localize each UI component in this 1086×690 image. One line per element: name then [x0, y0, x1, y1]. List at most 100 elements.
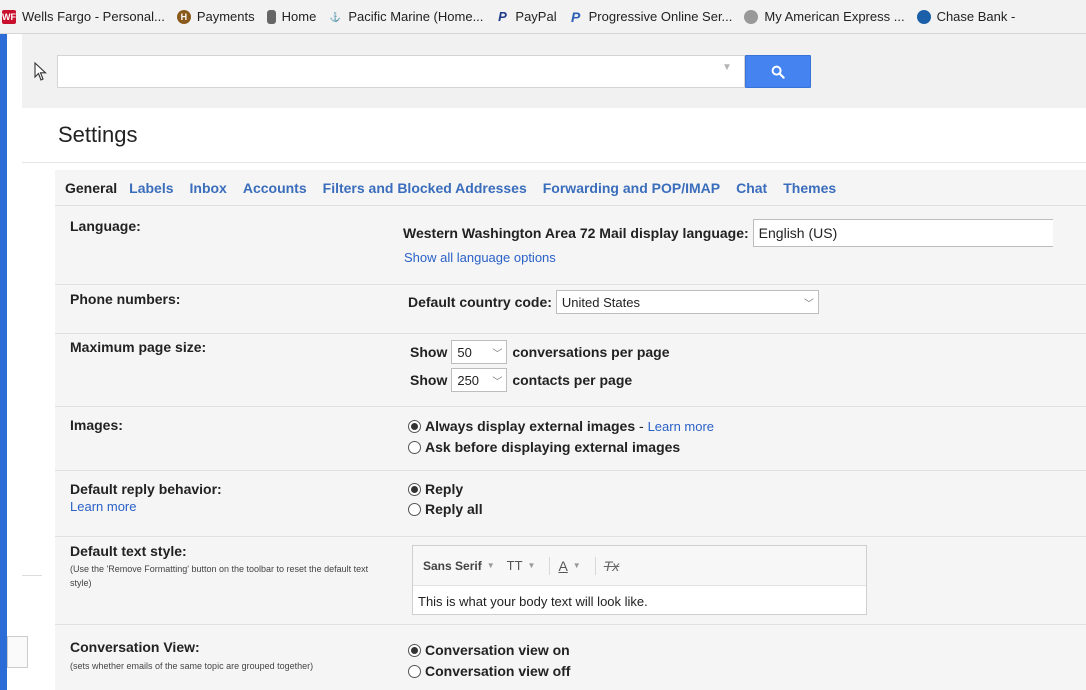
language-prompt: Western Washington Area 72 Mail display …	[403, 225, 749, 241]
tab-accounts[interactable]: Accounts	[243, 180, 307, 196]
left-pane-box	[7, 636, 28, 668]
remove-formatting-icon: Tx	[603, 557, 620, 574]
conversation-view-on-label: Conversation view on	[425, 642, 570, 658]
bookmark-chase[interactable]: Chase Bank -	[916, 9, 1016, 24]
show-label: Show	[410, 372, 448, 388]
bookmark-payments[interactable]: H Payments	[176, 9, 255, 24]
editor-toolbar: Sans Serif ▼ TT ▼ A ▼ Tx	[413, 546, 866, 586]
always-display-images-label: Always display external images	[425, 418, 636, 434]
text-color-dropdown[interactable]: A ▼	[558, 558, 580, 574]
remove-formatting-button[interactable]: Tx	[604, 558, 620, 574]
wells-fargo-icon: WF	[2, 9, 16, 24]
toolbar-divider	[594, 556, 596, 575]
font-family-dropdown[interactable]: Sans Serif ▼	[423, 559, 495, 573]
divider	[22, 162, 1086, 163]
bookmark-label: My American Express ...	[764, 9, 905, 24]
language-select[interactable]: English (US)	[752, 219, 1053, 247]
conversation-view-off-label: Conversation view off	[425, 663, 571, 679]
font-size-icon: TT	[506, 558, 523, 573]
search-icon	[771, 65, 785, 79]
show-label: Show	[410, 344, 448, 360]
reply-learn-more-link[interactable]: Learn more	[70, 499, 136, 514]
bookmarks-bar: WF Wells Fargo - Personal... H Payments …	[0, 0, 1086, 34]
chevron-down-icon: ﹀	[803, 298, 814, 310]
bookmark-home[interactable]: Home	[266, 9, 317, 24]
contacts-per-page-select[interactable]: 250 ﹀	[451, 368, 508, 392]
bookmark-progressive[interactable]: P Progressive Online Ser...	[569, 8, 733, 25]
search-input[interactable]	[57, 55, 745, 88]
setting-row-text-style: Default text style: (Use the 'Remove For…	[55, 536, 1086, 624]
language-value: English (US)	[758, 225, 838, 241]
setting-label: Language:	[70, 218, 141, 234]
chevron-down-icon: ﹀	[492, 348, 503, 360]
page-title: Settings	[58, 122, 138, 147]
conversations-per-page-select[interactable]: 50 ﹀	[451, 340, 508, 364]
setting-row-page-size: Maximum page size: Show 50 ﹀ conversatio…	[55, 333, 1086, 406]
window-frame-left	[0, 34, 7, 690]
radio-reply[interactable]	[408, 482, 421, 496]
toolbar-divider	[549, 556, 551, 575]
radio-always-display-images[interactable]	[408, 419, 421, 433]
contacts-per-page-value: 250	[457, 372, 480, 388]
ask-before-displaying-label: Ask before displaying external images	[425, 439, 681, 455]
bookmark-label: Progressive Online Ser...	[588, 9, 733, 24]
chase-icon	[916, 9, 931, 24]
search-button[interactable]	[745, 55, 811, 88]
chevron-down-icon: ▼	[572, 561, 581, 570]
country-code-prompt: Default country code:	[408, 294, 552, 310]
paypal-icon: P	[498, 8, 507, 24]
tab-forwarding[interactable]: Forwarding and POP/IMAP	[543, 180, 720, 196]
setting-row-images: Images: Always display external images -…	[55, 406, 1086, 470]
marine-icon: ⚓	[329, 11, 341, 22]
radio-ask-before-displaying-images[interactable]	[408, 440, 421, 454]
show-all-languages-link[interactable]: Show all language options	[404, 250, 556, 265]
radio-conversation-view-off[interactable]	[408, 664, 421, 678]
bookmark-label: Chase Bank -	[936, 9, 1016, 24]
phone-icon	[266, 9, 276, 24]
bookmark-label: Wells Fargo - Personal...	[22, 9, 165, 24]
setting-row-conversation-view: Conversation View: (sets whether emails …	[55, 624, 1086, 690]
tab-inbox[interactable]: Inbox	[190, 180, 227, 196]
images-learn-more-link[interactable]: Learn more	[648, 419, 714, 434]
bookmark-label: PayPal	[515, 9, 557, 24]
tab-themes[interactable]: Themes	[783, 180, 836, 196]
setting-row-language: Language: Western Washington Area 72 Mai…	[55, 205, 1086, 284]
bookmark-american-express[interactable]: My American Express ...	[744, 9, 905, 24]
font-family-value: Sans Serif	[423, 558, 482, 573]
chevron-down-icon: ▼	[486, 561, 495, 570]
country-code-value: United States	[561, 294, 640, 310]
chevron-down-icon: ﹀	[492, 376, 503, 388]
globe-icon	[744, 9, 759, 24]
reply-label: Reply	[425, 481, 464, 497]
harley-icon: H	[176, 9, 191, 24]
country-code-select[interactable]: United States ﹀	[555, 290, 819, 314]
radio-conversation-view-on[interactable]	[408, 643, 421, 657]
radio-reply-all[interactable]	[408, 502, 421, 516]
bookmark-wells-fargo[interactable]: WF Wells Fargo - Personal...	[2, 9, 165, 24]
tab-chat[interactable]: Chat	[736, 180, 767, 196]
setting-label: Conversation View:	[70, 639, 200, 655]
setting-label: Default reply behavior:	[70, 481, 222, 497]
setting-row-phone: Phone numbers: Default country code: Uni…	[55, 284, 1086, 333]
progressive-icon: P	[570, 8, 581, 25]
bookmark-label: Payments	[196, 9, 255, 24]
text-style-preview[interactable]: This is what your body text will look li…	[413, 586, 866, 609]
tab-filters[interactable]: Filters and Blocked Addresses	[323, 180, 527, 196]
contacts-suffix: contacts per page	[512, 372, 633, 388]
bookmark-label: Pacific Marine (Home...	[348, 9, 484, 24]
tab-labels[interactable]: Labels	[129, 180, 173, 196]
separator-text: -	[635, 418, 648, 434]
bookmark-pacific-marine[interactable]: ⚓ Pacific Marine (Home...	[328, 9, 484, 24]
conversations-per-page-value: 50	[457, 344, 472, 360]
setting-label: Phone numbers:	[70, 291, 181, 307]
tab-general[interactable]: General	[65, 180, 117, 196]
setting-label: Maximum page size:	[70, 339, 207, 355]
bookmark-paypal[interactable]: P PayPal	[495, 8, 557, 24]
text-style-note: (Use the 'Remove Formatting' button on t…	[70, 564, 369, 588]
font-size-dropdown[interactable]: TT ▼	[507, 558, 536, 573]
conversations-suffix: conversations per page	[512, 344, 670, 360]
conversation-view-note: (sets whether emails of the same topic a…	[70, 661, 314, 671]
settings-tabs: General Labels Inbox Accounts Filters an…	[55, 170, 1086, 205]
bookmark-label: Home	[281, 9, 317, 24]
search-options-caret-icon[interactable]: ▼	[722, 62, 732, 73]
